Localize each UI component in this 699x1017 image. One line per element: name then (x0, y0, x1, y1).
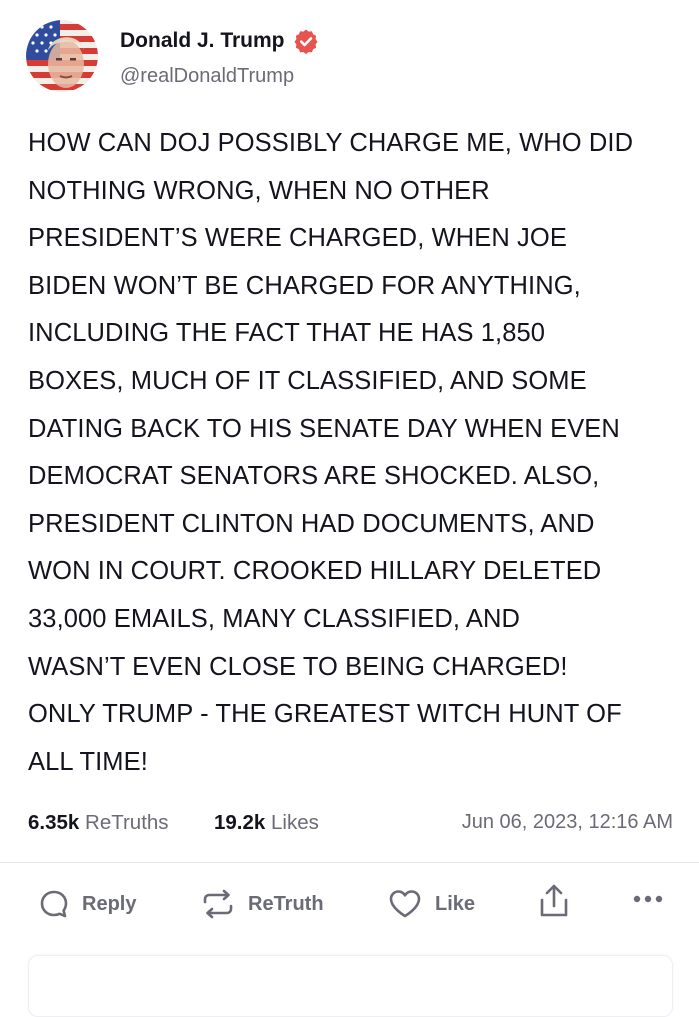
avatar[interactable] (26, 20, 98, 92)
retruths-label: ReTruths (85, 811, 169, 834)
next-post-card (28, 955, 673, 1017)
action-bar: Reply ReTruth Like (0, 880, 699, 936)
post-stats: 6.35k ReTruths 19.2k Likes Jun 06, 2023,… (28, 811, 673, 841)
heart-icon (389, 890, 421, 918)
author-handle[interactable]: @realDonaldTrump (120, 65, 294, 88)
reply-button[interactable]: Reply (38, 888, 136, 920)
more-options-button[interactable] (632, 894, 664, 904)
likes-label: Likes (271, 811, 319, 834)
divider (0, 862, 699, 863)
author-name-row: Donald J. Trump (120, 28, 319, 54)
truth-post: Donald J. Trump @realDonaldTrump HOW CAN… (0, 0, 699, 1017)
post-text: HOW CAN DOJ POSSIBLY CHARGE ME, WHO DID … (28, 129, 634, 776)
retruths-stat[interactable]: 6.35k ReTruths (28, 811, 169, 835)
flag-portrait-avatar-icon (26, 20, 98, 92)
like-label: Like (435, 892, 476, 915)
more-dots-icon (633, 895, 663, 903)
share-button[interactable] (537, 882, 571, 920)
retruth-arrows-icon (203, 889, 233, 919)
retruth-label: ReTruth (248, 892, 324, 915)
verified-badge-icon (294, 29, 318, 54)
reply-label: Reply (82, 892, 137, 915)
likes-stat[interactable]: 19.2k Likes (214, 811, 319, 835)
author-display-name[interactable]: Donald J. Trump (120, 29, 285, 53)
retruth-button[interactable]: ReTruth (200, 888, 324, 920)
like-button[interactable]: Like (387, 888, 475, 920)
reply-bubble-icon (40, 890, 68, 918)
retruths-count: 6.35k (28, 811, 80, 834)
post-header: Donald J. Trump @realDonaldTrump (26, 20, 666, 92)
post-timestamp: Jun 06, 2023, 12:16 AM (461, 811, 673, 833)
likes-count: 19.2k (214, 811, 266, 834)
share-upload-icon (540, 884, 568, 917)
